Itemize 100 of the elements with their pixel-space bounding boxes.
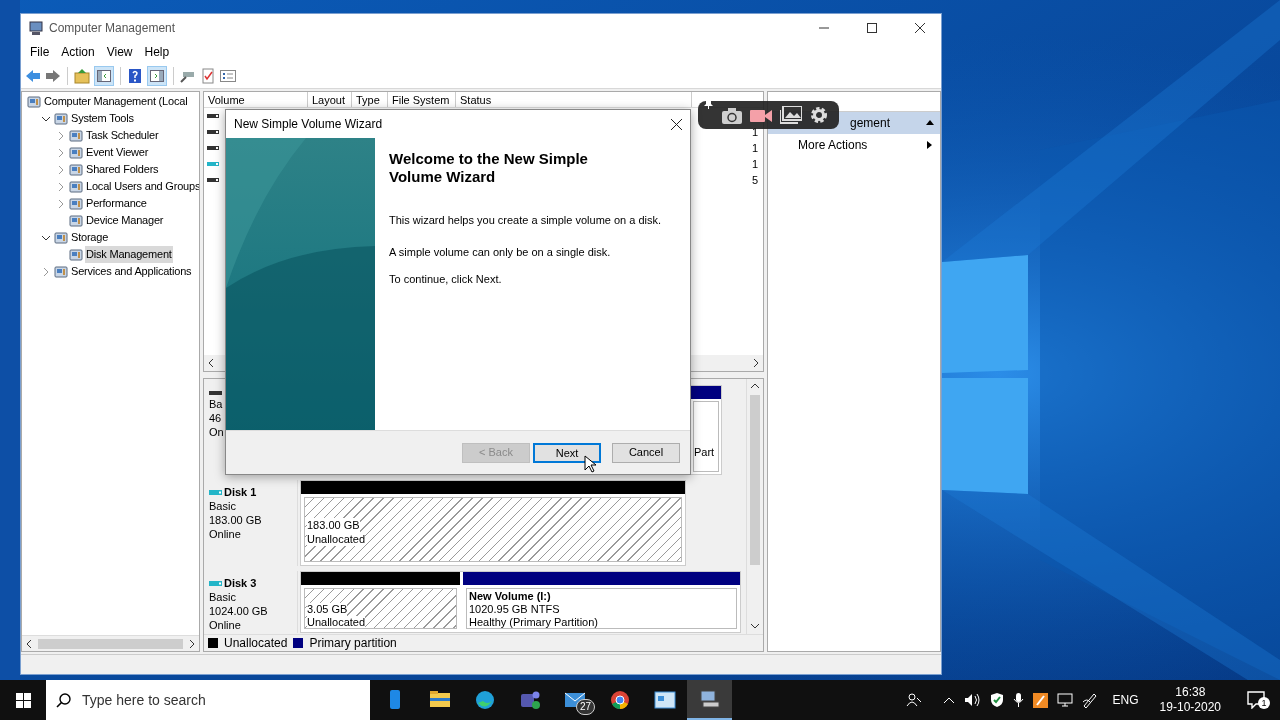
- tree-node-icon: [54, 230, 68, 245]
- chat-app-icon: [518, 689, 541, 711]
- pin-icon[interactable]: [704, 99, 714, 110]
- tree-item[interactable]: Task Scheduler: [85, 127, 160, 144]
- close-icon[interactable]: [915, 22, 925, 33]
- drive-icon: [207, 161, 219, 167]
- column-header[interactable]: File System: [388, 92, 456, 107]
- console-tree-toggle-button[interactable]: [94, 65, 114, 86]
- maximize-icon[interactable]: [867, 22, 877, 33]
- tree-item[interactable]: Performance: [85, 195, 148, 212]
- more-actions-item[interactable]: More Actions: [768, 134, 940, 156]
- chevron-right-icon[interactable]: [56, 181, 66, 192]
- speaker-icon[interactable]: [963, 692, 981, 708]
- tree-node-icon: [69, 145, 83, 160]
- tree-node-icon: [69, 162, 83, 177]
- menu-item[interactable]: Action: [56, 43, 100, 61]
- scrollbar-thumb[interactable]: [750, 395, 760, 565]
- folder-up-icon[interactable]: [74, 67, 90, 84]
- taskbar-app[interactable]: 27: [552, 680, 597, 720]
- partition-text: Unallocated: [307, 616, 366, 628]
- drive-icon: [207, 113, 219, 119]
- clock-time: 16:38: [1175, 685, 1206, 700]
- clock[interactable]: 16:38 19-10-2020: [1159, 685, 1221, 715]
- scrollbar-thumb[interactable]: [38, 638, 183, 649]
- search-field[interactable]: Type here to search: [46, 680, 370, 720]
- tree-node-icon: [54, 111, 68, 126]
- action-pane-toggle-button[interactable]: [147, 65, 167, 86]
- chevron-right-icon[interactable]: [56, 147, 66, 158]
- tree-item[interactable]: Disk Management: [85, 246, 173, 263]
- help-icon[interactable]: [127, 67, 143, 84]
- network-icon[interactable]: [1056, 692, 1073, 708]
- settings-icon[interactable]: [810, 106, 828, 124]
- gallery-icon[interactable]: [780, 106, 802, 124]
- chrome-icon: [608, 689, 631, 711]
- tree-item[interactable]: Shared Folders: [85, 161, 160, 178]
- app-tray-icon[interactable]: [1032, 692, 1048, 708]
- disk-info-text: 1024.00 GB: [209, 604, 269, 618]
- camera-icon[interactable]: [722, 106, 742, 124]
- drive-icon: [209, 579, 222, 587]
- chevron-right-icon[interactable]: [41, 266, 51, 277]
- people-icon[interactable]: [905, 692, 922, 708]
- tree-item[interactable]: Storage: [70, 229, 110, 246]
- tree-node-icon: [69, 179, 83, 194]
- menu-item[interactable]: File: [25, 43, 55, 61]
- chevron-right-icon[interactable]: [56, 130, 66, 141]
- tree-node-icon: [69, 213, 83, 228]
- column-header[interactable]: Type: [352, 92, 388, 107]
- drive-icon: [207, 177, 219, 183]
- column-header[interactable]: Volume: [204, 92, 308, 107]
- properties-icon[interactable]: [220, 67, 236, 84]
- forward-arrow-icon[interactable]: [45, 67, 61, 84]
- checklist-icon[interactable]: [200, 67, 216, 84]
- column-header[interactable]: Layout: [308, 92, 352, 107]
- clock-date: 19-10-2020: [1159, 700, 1221, 715]
- drive-icon: [209, 390, 222, 397]
- partition-text: 183.00 GB: [307, 517, 360, 532]
- horizontal-scrollbar[interactable]: [22, 635, 199, 651]
- column-header[interactable]: Status: [456, 92, 692, 107]
- console-tree-toggle-icon: [97, 69, 111, 82]
- back-arrow-icon[interactable]: [25, 67, 41, 84]
- tree-item[interactable]: Device Manager: [85, 212, 165, 229]
- menu-item[interactable]: View: [101, 43, 138, 61]
- dialog-title: New Simple Volume Wizard: [234, 116, 384, 133]
- menu-item[interactable]: Help: [139, 43, 175, 61]
- wizard-button[interactable]: Next: [533, 442, 601, 463]
- tree-item[interactable]: Services and Applications: [70, 263, 193, 280]
- legend-label: Primary partition: [309, 635, 397, 652]
- chevron-up-icon[interactable]: [942, 695, 955, 705]
- action-label: gement: [850, 115, 892, 132]
- drive-icon: [209, 488, 222, 496]
- partition-header-bar: [691, 386, 721, 399]
- dialog-text: This wizard helps you create a simple volume on a disk.: [389, 213, 663, 228]
- drive-icon: [207, 129, 219, 135]
- chevron-right-icon[interactable]: [56, 198, 66, 209]
- wizard-button[interactable]: Cancel: [612, 442, 680, 463]
- shield-icon[interactable]: [989, 692, 1004, 708]
- partition-text: Healthy (Primary Partition): [469, 616, 598, 628]
- table-cell-text: 5: [752, 172, 759, 188]
- tree-node-icon: [69, 128, 83, 143]
- taskbar-app[interactable]: [687, 680, 732, 720]
- pen-icon[interactable]: [1081, 692, 1098, 708]
- microphone-icon[interactable]: [1012, 692, 1024, 708]
- windows-logo-icon: [15, 692, 31, 708]
- tree-item[interactable]: Local Users and Groups: [85, 178, 199, 195]
- disk-info-text: Basic: [209, 499, 237, 513]
- scroll-down-icon[interactable]: [750, 621, 760, 631]
- vertical-scrollbar[interactable]: [746, 379, 763, 634]
- tree-item[interactable]: Event Viewer: [85, 144, 150, 161]
- action-pane-toggle-icon: [150, 69, 164, 82]
- dialog-text: A simple volume can only be on a single disk.: [389, 244, 612, 260]
- disk-info-text: Online: [209, 527, 242, 541]
- notification-button[interactable]: 1: [1238, 680, 1274, 720]
- chevron-right-icon[interactable]: [56, 164, 66, 175]
- notification-badge: 27: [576, 699, 596, 715]
- browser-icon: [473, 689, 496, 711]
- language-indicator[interactable]: ENG: [1112, 691, 1139, 709]
- close-icon[interactable]: [671, 118, 682, 130]
- disk-info-text: Basic: [209, 590, 237, 604]
- tree-item[interactable]: System Tools: [70, 110, 135, 127]
- tree-item[interactable]: Computer Management (Local: [43, 93, 189, 110]
